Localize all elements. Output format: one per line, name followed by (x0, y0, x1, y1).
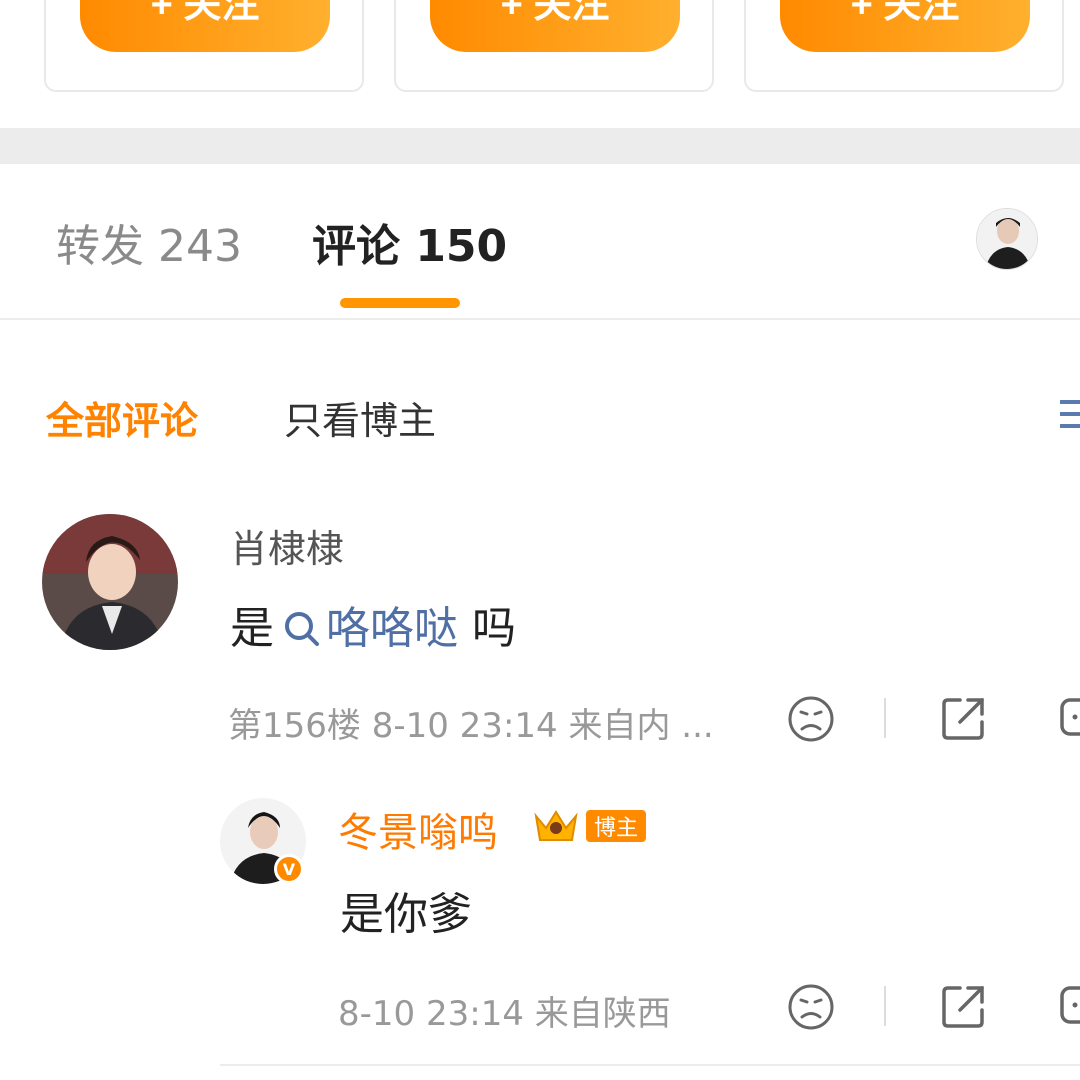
follow-card: + 关注 (44, 0, 364, 92)
comment-text-before: 是 (230, 603, 274, 654)
active-tab-indicator (340, 298, 460, 308)
comment-text: 是 咯咯哒 吗 (230, 592, 516, 656)
commenter-avatar[interactable] (42, 514, 178, 650)
filter-all-comments[interactable]: 全部评论 (46, 390, 198, 445)
share-icon[interactable] (938, 694, 988, 744)
comment-icon[interactable] (1058, 694, 1080, 744)
sad-face-icon[interactable] (786, 694, 836, 744)
reply-meta: 8-10 23:14 来自陕西 (338, 994, 671, 1034)
comment-meta: 第156楼 8-10 23:14 来自内 ... (228, 706, 714, 746)
follow-button[interactable]: + 关注 (80, 0, 330, 52)
search-icon (285, 612, 319, 646)
comment-filters: 全部评论 只看博主 (0, 380, 1080, 450)
tab-bar: 转发 243 评论 150 (0, 164, 1080, 320)
sad-face-icon[interactable] (786, 982, 836, 1032)
follow-card: + 关注 (744, 0, 1064, 92)
section-separator (0, 128, 1080, 164)
follow-card: + 关注 (394, 0, 714, 92)
commenter-username[interactable]: 肖棣棣 (230, 518, 344, 573)
sort-icon[interactable] (1060, 400, 1080, 432)
action-divider (884, 986, 886, 1026)
share-icon[interactable] (938, 982, 988, 1032)
comment-text-after: 吗 (472, 603, 516, 654)
tab-repost[interactable]: 转发 243 (56, 210, 242, 274)
action-divider (884, 698, 886, 738)
verified-icon: V (274, 854, 304, 884)
reply-text: 是你爹 (340, 889, 472, 940)
reply-divider (220, 1064, 1080, 1066)
topic-link[interactable]: 咯咯哒 (274, 603, 458, 654)
blogger-badge: 博主 (586, 810, 646, 842)
follow-cards: + 关注 + 关注 + 关注 (0, 0, 1080, 130)
topic-link-text: 咯咯哒 (326, 603, 458, 654)
avatar-image (42, 514, 178, 650)
comment-icon[interactable] (1058, 982, 1080, 1032)
header-avatar[interactable] (976, 208, 1038, 270)
follow-button[interactable]: + 关注 (430, 0, 680, 52)
filter-blogger-only[interactable]: 只看博主 (284, 390, 436, 445)
follow-button[interactable]: + 关注 (780, 0, 1030, 52)
reply-username[interactable]: 冬景嗡鸣 (338, 800, 498, 858)
avatar-image (977, 209, 1037, 269)
tab-comment[interactable]: 评论 150 (312, 210, 507, 274)
